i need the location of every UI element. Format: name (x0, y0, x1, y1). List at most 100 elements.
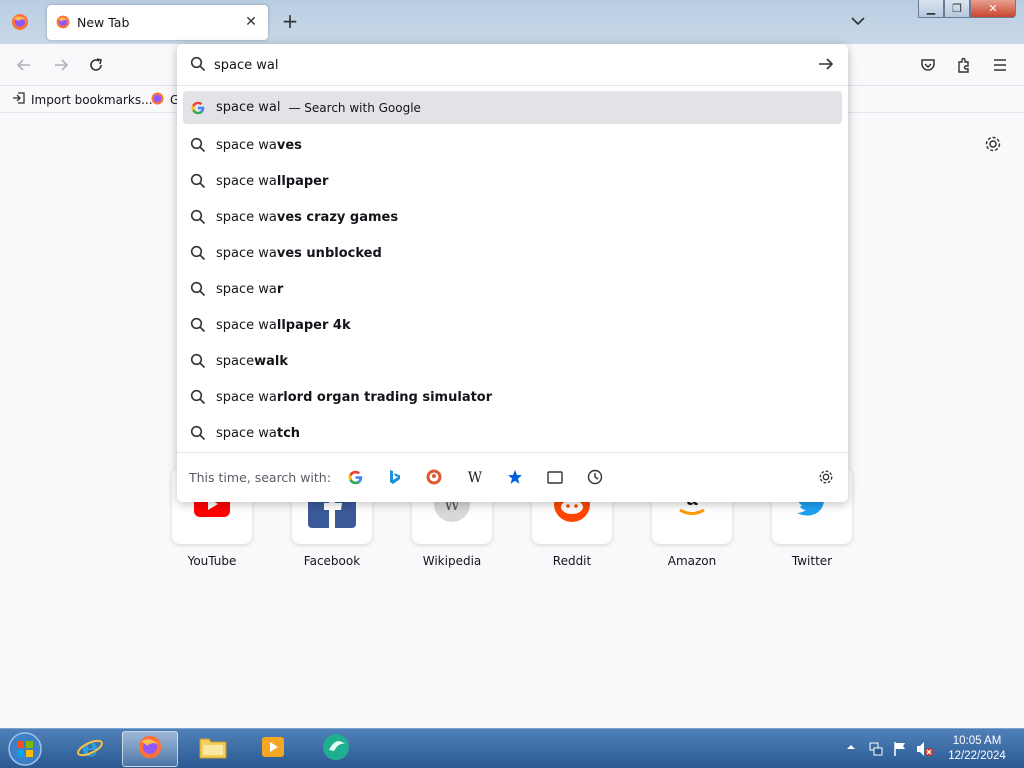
suggestion-typed: space wa (216, 209, 277, 225)
duckduckgo-icon[interactable] (424, 467, 444, 487)
svg-text:W: W (468, 470, 483, 484)
tab-title: New Tab (77, 15, 130, 30)
search-icon (190, 281, 206, 297)
gear-icon[interactable] (818, 469, 834, 489)
internet-explorer-icon: e (76, 733, 104, 765)
clock[interactable]: 10:05 AM 12/22/2024 (942, 734, 1012, 764)
network-icon[interactable] (868, 741, 884, 761)
volume-muted-icon[interactable] (916, 741, 934, 761)
bookmarks-star-icon[interactable] (505, 467, 525, 487)
clock-date: 12/22/2024 (948, 750, 1006, 762)
window-close-button[interactable]: ✕ (970, 0, 1016, 18)
suggestion-completion: ves unblocked (276, 245, 382, 261)
app-icon (321, 732, 351, 766)
search-icon (190, 209, 206, 225)
suggestion-item[interactable]: space wa r (183, 271, 842, 307)
reload-icon[interactable] (85, 54, 107, 76)
google-icon (190, 100, 206, 116)
suggestion-list: space wal — Search with Google space wa v… (183, 91, 842, 451)
suggestion-action: — Search with Google (288, 100, 421, 115)
history-clock-icon[interactable] (585, 467, 605, 487)
taskbar-app[interactable] (308, 731, 364, 767)
import-bookmarks-label: Import bookmarks... (31, 92, 153, 107)
top-site-label: Wikipedia (422, 554, 482, 568)
suggestion-completion: walk (254, 353, 289, 369)
suggestion-typed: space wa (216, 173, 277, 189)
search-icon (190, 137, 206, 153)
hamburger-menu-icon[interactable] (989, 54, 1011, 76)
bing-icon[interactable] (385, 467, 405, 487)
forward-arrow-icon[interactable] (50, 54, 72, 76)
search-icon (190, 245, 206, 261)
address-input[interactable] (214, 54, 804, 76)
suggestion-completion: ves crazy games (276, 209, 399, 225)
suggestion-item[interactable]: space wa llpaper (183, 163, 842, 199)
one-off-search-bar: This time, search with: W (177, 453, 848, 502)
suggestion-completion: tch (276, 425, 301, 441)
suggestion-completion: llpaper 4k (276, 317, 351, 333)
import-bookmarks-button[interactable]: Import bookmarks... (12, 91, 153, 108)
start-button[interactable] (5, 731, 45, 767)
firefox-icon (55, 14, 71, 30)
taskbar-firefox[interactable] (122, 731, 178, 767)
maximize-button[interactable]: ❐ (944, 0, 970, 18)
taskbar-internet-explorer[interactable]: e (62, 731, 118, 767)
taskbar-media-player[interactable] (245, 731, 301, 767)
divider (177, 85, 848, 86)
top-site-label: Twitter (791, 554, 833, 568)
new-tab-button[interactable]: + (280, 11, 300, 31)
suggestion-completion: r (276, 281, 284, 297)
suggestion-item[interactable]: space wa ves (183, 127, 842, 163)
suggestion-item[interactable]: space wa tch (183, 415, 842, 451)
action-center-flag-icon[interactable] (892, 741, 908, 761)
firefox-icon[interactable] (10, 12, 30, 32)
suggestion-text: space wal (216, 100, 281, 115)
folder-icon (198, 734, 228, 764)
tabs-icon[interactable] (545, 467, 565, 487)
suggestion-item[interactable]: space wa rlord organ trading simulator (183, 379, 842, 415)
search-icon (190, 353, 206, 369)
tab-strip: New Tab ✕ + ▁ ❐ ✕ (0, 0, 1024, 44)
go-arrow-icon[interactable] (817, 55, 835, 77)
suggestion-typed: space wa (216, 425, 277, 441)
taskbar: e 10:05 AM 12/22/2024 (0, 728, 1024, 768)
minimize-button[interactable]: ▁ (918, 0, 944, 18)
extensions-icon[interactable] (953, 54, 975, 76)
chevron-down-icon[interactable] (850, 14, 866, 28)
suggestion-completion: ves (276, 137, 302, 153)
suggestion-typed: space wa (216, 389, 277, 405)
suggestion-typed: space wa (216, 317, 277, 333)
address-bar (177, 44, 848, 84)
svg-text:e: e (82, 733, 99, 761)
gear-icon[interactable] (984, 135, 1002, 153)
window-controls: ▁ ❐ ✕ (918, 0, 1020, 18)
suggestion-item[interactable]: space wa ves unblocked (183, 235, 842, 271)
search-icon (190, 425, 206, 441)
import-icon (12, 91, 26, 108)
search-icon (190, 389, 206, 405)
show-hidden-icons-icon[interactable] (846, 741, 856, 756)
pocket-icon[interactable] (917, 54, 939, 76)
tab-new-tab[interactable]: New Tab ✕ (47, 5, 268, 40)
top-site-label: Facebook (303, 554, 361, 568)
suggestion-item[interactable]: space wa llpaper 4k (183, 307, 842, 343)
taskbar-file-explorer[interactable] (185, 731, 241, 767)
media-player-icon (260, 734, 286, 764)
bookmark-item[interactable]: G (150, 91, 179, 109)
address-bar-popup: space wal — Search with Google space wav… (177, 44, 848, 502)
suggestion-typed: space wa (216, 281, 277, 297)
close-icon[interactable]: ✕ (242, 13, 260, 31)
search-icon (190, 173, 206, 189)
wikipedia-icon[interactable]: W (465, 467, 485, 487)
suggestion-item[interactable]: space wa ves crazy games (183, 199, 842, 235)
one-off-label: This time, search with: (189, 470, 331, 485)
search-icon (190, 317, 206, 333)
suggestion-typed: space (216, 353, 255, 369)
firefox-icon (150, 91, 165, 109)
back-arrow-icon[interactable] (13, 54, 35, 76)
suggestion-typed: space wa (216, 137, 277, 153)
suggestion-search-google[interactable]: space wal — Search with Google (183, 91, 842, 124)
suggestion-typed: space wa (216, 245, 277, 261)
google-icon[interactable] (345, 467, 365, 487)
suggestion-item[interactable]: space walk (183, 343, 842, 379)
